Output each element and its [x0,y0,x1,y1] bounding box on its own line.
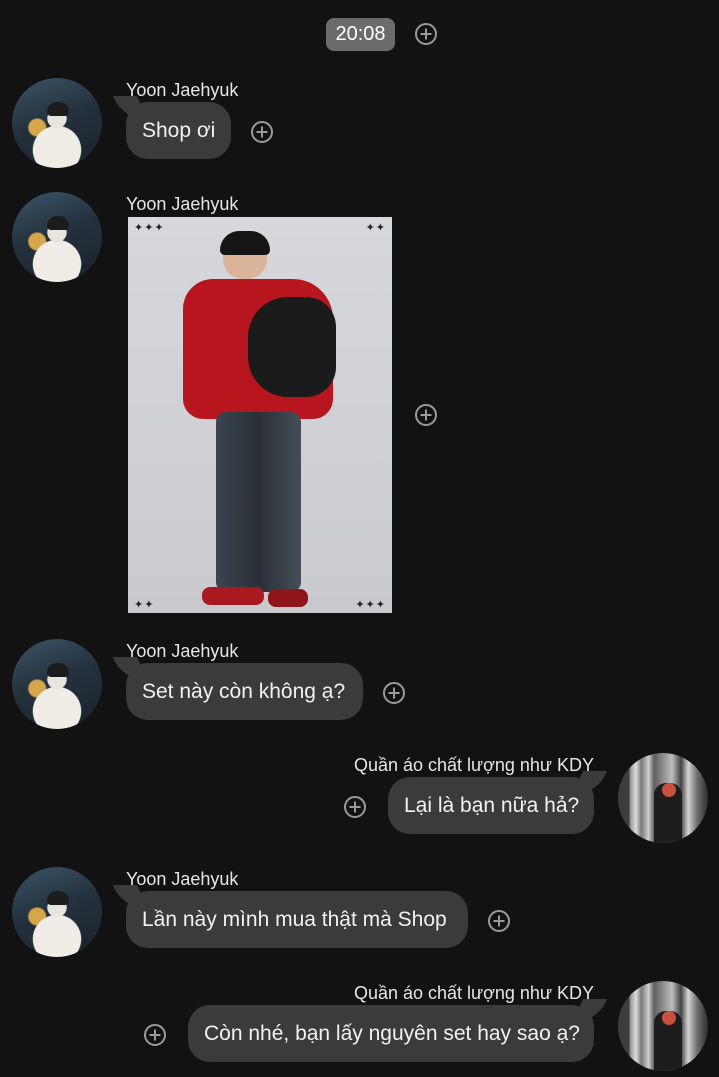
sparkle-icon: ✦✦ [134,599,155,611]
sender-name: Yoon Jaehyuk [126,869,239,889]
message-bubble[interactable]: Set này còn không ạ? [126,663,363,720]
message-bubble[interactable]: Lần này mình mua thật mà Shop [126,891,468,948]
message-text: Lần này mình mua thật mà Shop [142,907,447,931]
message-text: Set này còn không ạ? [142,679,346,703]
sender-name: Quần áo chất lượng như KDY [353,755,594,775]
add-reaction-icon[interactable] [144,1024,166,1046]
sender-name: Quần áo chất lượng như KDY [353,983,594,1003]
add-reaction-icon[interactable] [415,404,437,426]
timestamp-badge: 20:08 [326,18,395,51]
message-text: Còn nhé, bạn lấy nguyên set hay sao ạ? [204,1021,580,1045]
sender-name: Yoon Jaehyuk [126,194,239,214]
add-reaction-icon[interactable] [251,121,273,143]
message-bubble[interactable]: Lại là bạn nữa hả? [388,777,594,834]
avatar[interactable] [618,981,708,1071]
avatar[interactable] [12,639,102,729]
avatar[interactable] [12,78,102,168]
add-reaction-icon[interactable] [383,682,405,704]
add-reaction-icon[interactable] [344,796,366,818]
message-text: Lại là bạn nữa hả? [404,793,580,817]
avatar[interactable] [12,192,102,282]
message-bubble[interactable]: Còn nhé, bạn lấy nguyên set hay sao ạ? [188,1005,594,1062]
sparkle-icon: ✦✦✦ [355,599,386,611]
sender-name: Yoon Jaehyuk [126,641,239,661]
avatar[interactable] [12,867,102,957]
sparkle-icon: ✦✦ [365,222,386,234]
message-bubble[interactable]: Shop ơi [126,102,231,159]
message-image[interactable]: ✦✦✦ ✦✦ ✦✦ ✦✦✦ [128,217,392,613]
message-text: Shop ơi [142,118,216,142]
avatar[interactable] [618,753,708,843]
add-reaction-icon[interactable] [488,910,510,932]
sender-name: Yoon Jaehyuk [126,80,239,100]
add-reaction-icon[interactable] [415,23,437,45]
sparkle-icon: ✦✦✦ [134,222,165,234]
